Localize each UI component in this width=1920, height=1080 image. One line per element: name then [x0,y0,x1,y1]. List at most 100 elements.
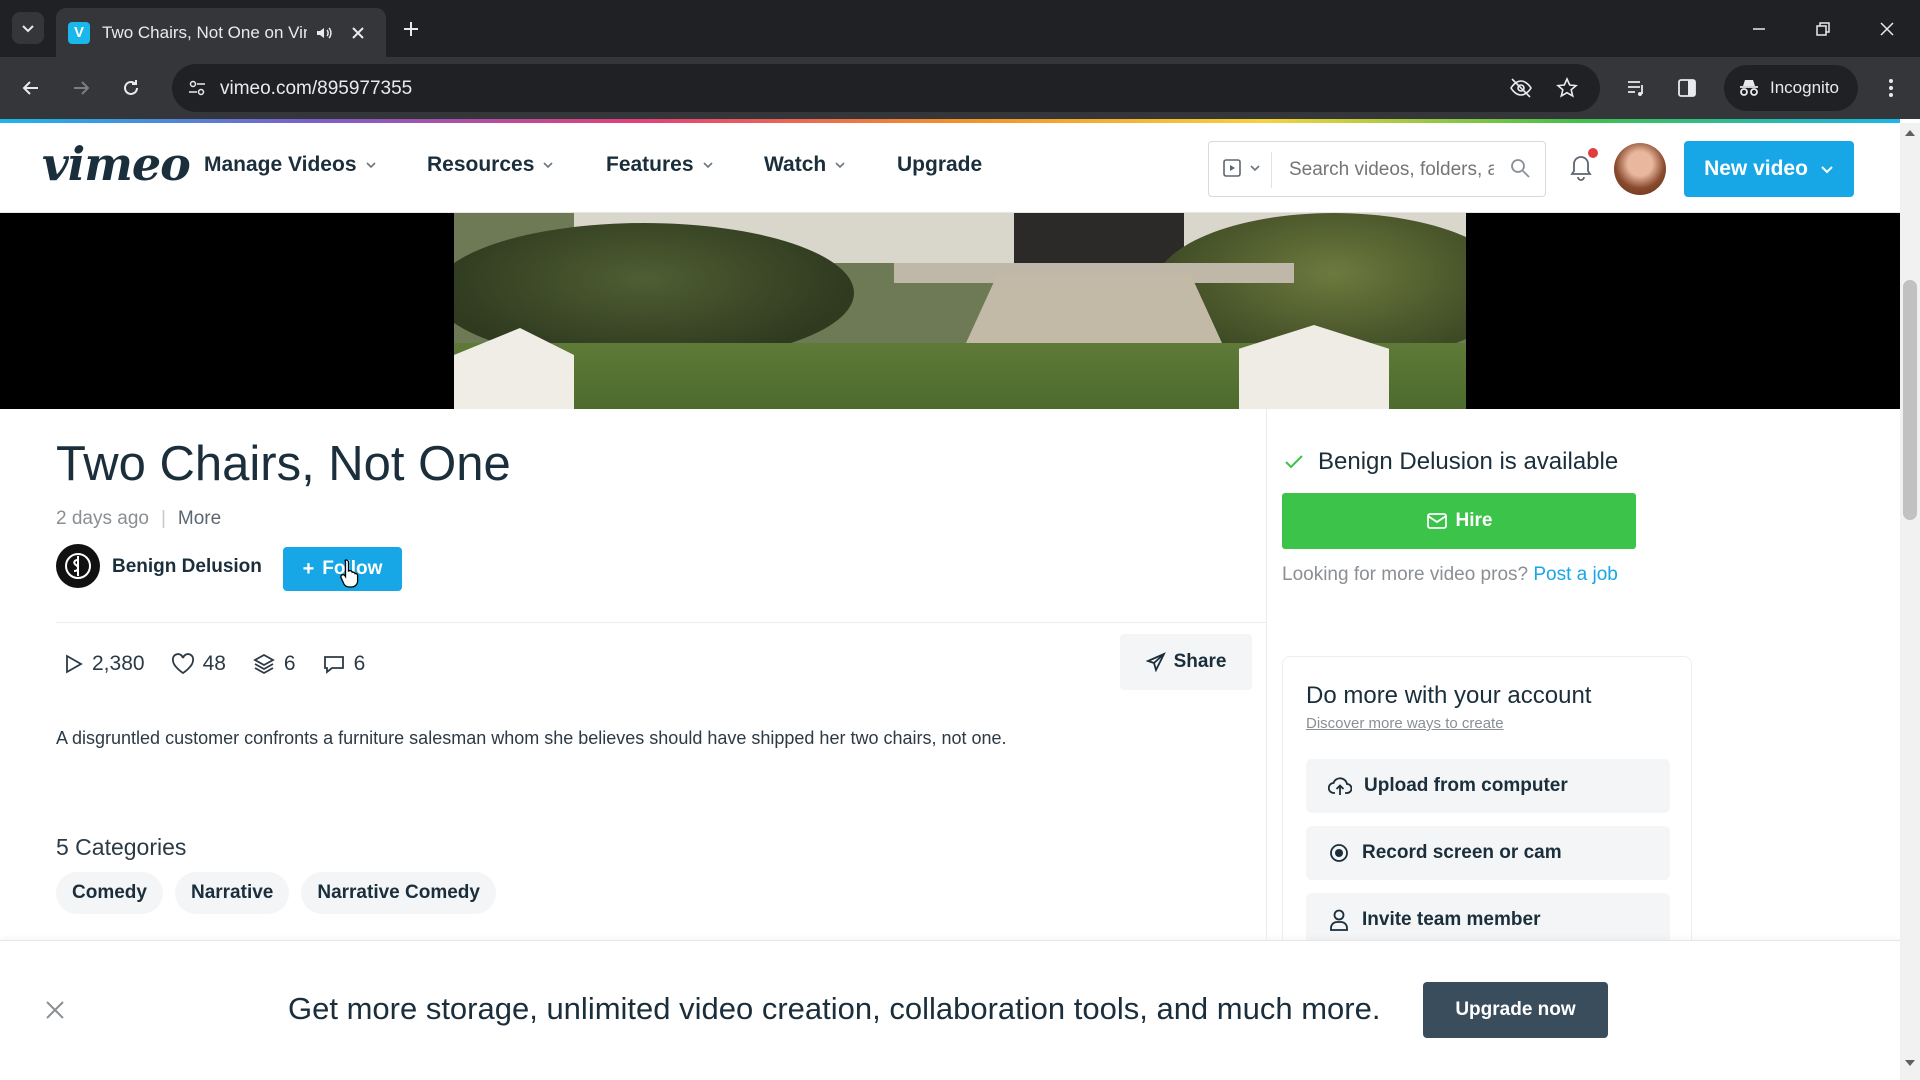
nav-watch[interactable]: Watch [764,153,846,177]
speaker-icon[interactable] [315,24,333,42]
record-screen-button[interactable]: Record screen or cam [1306,826,1670,880]
reload-button[interactable] [112,69,150,107]
mouse-cursor-icon [340,559,359,588]
invite-team-member-button[interactable]: Invite team member [1306,893,1670,947]
nav-upgrade[interactable]: Upgrade [897,153,982,177]
close-icon[interactable] [44,999,66,1021]
side-panel-icon[interactable] [1668,69,1706,107]
plus-icon [404,22,418,36]
restore-button[interactable] [1792,0,1854,57]
tab-search-button[interactable] [12,12,44,44]
section-divider [56,622,1266,623]
action-label: Upload from computer [1364,775,1568,796]
nav-label: Upgrade [897,153,983,176]
collections-stat[interactable]: 6 [252,652,296,676]
arrow-left-icon [22,81,38,95]
availability-text: Benign Delusion is available [1318,448,1619,475]
upload-from-computer-button[interactable]: Upload from computer [1306,759,1670,813]
browser-toolbar: vimeo.com/895977355 Incognito [0,57,1920,119]
video-description: A disgruntled customer confronts a furni… [56,728,1007,748]
close-window-button[interactable] [1856,0,1918,57]
hire-button[interactable]: Hire [1282,493,1636,549]
reload-icon [124,80,138,95]
heart-icon [171,653,194,675]
category-chip[interactable]: Narrative [174,872,290,914]
minimize-icon [1753,27,1765,30]
comment-icon [323,656,344,674]
video-library-icon [1223,159,1241,177]
nav-features[interactable]: Features [606,153,714,177]
collections-count: 6 [283,652,296,675]
new-tab-button[interactable] [396,14,426,44]
tab-title: Two Chairs, Not One on Vimeo [102,22,307,42]
upgrade-now-button[interactable]: Upgrade now [1423,982,1608,1038]
banner-text: Get more storage, unlimited video creati… [288,991,1381,1026]
scroll-up-arrow-icon[interactable] [1904,128,1916,138]
author-avatar[interactable] [56,544,100,588]
nav-label: Features [606,153,694,176]
search-input[interactable] [1289,156,1494,184]
minimize-button[interactable] [1728,0,1790,57]
forward-button[interactable] [62,69,100,107]
vimeo-logo[interactable]: vimeo [42,137,191,191]
url-text: vimeo.com/895977355 [220,78,413,99]
chevron-down-icon [365,162,376,169]
chevron-down-icon [1821,166,1833,174]
likes-stat[interactable]: 48 [171,652,226,676]
site-header: vimeo Manage Videos Resources Features W… [0,123,1900,213]
action-label: Record screen or cam [1362,842,1562,863]
search-scope-button[interactable] [1221,156,1261,180]
site-settings-icon[interactable] [184,75,210,101]
more-link[interactable]: More [178,508,221,530]
hire-label: Hire [1455,510,1493,531]
pros-text: Looking for more video pros? [1282,564,1529,585]
send-icon [1145,652,1166,672]
comments-count: 6 [353,652,366,675]
nav-resources[interactable]: Resources [427,153,554,177]
bookmark-star-icon[interactable] [1554,75,1580,101]
categories-title: 5 Categories [56,834,187,860]
nav-label: Watch [764,153,827,176]
author-name[interactable]: Benign Delusion [112,556,262,578]
nav-label: Resources [427,153,535,176]
do-more-title: Do more with your account [1306,682,1592,709]
incognito-indicator[interactable]: Incognito [1724,65,1858,111]
scroll-down-arrow-icon[interactable] [1904,1058,1916,1068]
discover-more-link[interactable]: Discover more ways to create [1306,715,1504,732]
share-button[interactable]: Share [1120,634,1252,690]
address-bar[interactable]: vimeo.com/895977355 [172,64,1600,112]
user-avatar[interactable] [1614,143,1666,195]
category-chip[interactable]: Narrative Comedy [301,872,496,914]
video-player[interactable] [454,213,1466,409]
check-icon [1285,455,1303,469]
new-video-button[interactable]: New video [1684,141,1854,197]
close-tab-icon[interactable] [351,26,365,40]
chevron-down-icon [835,162,845,169]
posted-time: 2 days ago [56,508,149,529]
notification-dot [1588,148,1598,158]
video-title: Two Chairs, Not One [56,437,511,491]
category-chip[interactable]: Comedy [56,872,163,914]
nav-manage-videos[interactable]: Manage Videos [204,153,377,177]
arrow-right-icon [74,81,90,95]
search-separator [1271,152,1272,188]
author-logo-icon [65,553,91,579]
chevron-down-icon [702,162,713,169]
search-icon[interactable] [1509,157,1531,179]
back-button[interactable] [12,69,50,107]
page-scrollbar[interactable] [1900,123,1920,1080]
chevron-down-icon [543,162,553,169]
meta-separator: | [160,508,166,529]
nav-label: Manage Videos [204,153,357,176]
media-controls-icon[interactable] [1618,69,1656,107]
comments-stat[interactable]: 6 [322,652,366,676]
plus-icon: + [302,557,315,580]
browser-menu-icon[interactable] [1872,69,1910,107]
scrollbar-thumb[interactable] [1903,280,1917,520]
browser-tab[interactable]: V Two Chairs, Not One on Vimeo [56,8,386,57]
close-icon [1880,21,1894,36]
layers-icon [253,653,275,675]
likes-count: 48 [202,652,226,675]
eye-off-icon[interactable] [1508,75,1534,101]
post-job-link[interactable]: Post a job [1533,564,1618,585]
